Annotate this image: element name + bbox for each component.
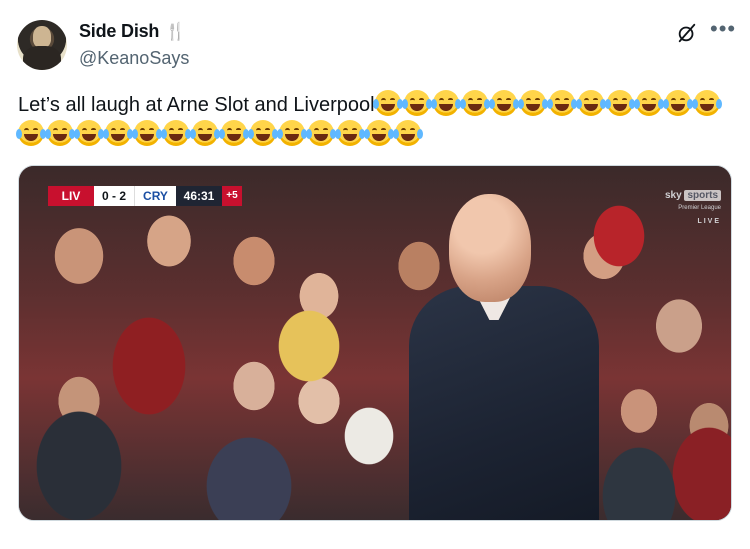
manager-head (449, 194, 531, 302)
joy-emoji (575, 90, 606, 116)
broadcaster-status: LIVE (697, 218, 721, 225)
broadcaster-product: sports (684, 190, 721, 201)
author-name-row[interactable]: Side Dish 🍴 (79, 21, 186, 42)
scorebug: LIV 0 - 2 CRY 46:31 +5 (48, 186, 242, 206)
tweet-media-image[interactable]: LIV 0 - 2 CRY 46:31 +5 sky sports Premie… (18, 165, 732, 521)
joy-emoji (393, 120, 423, 146)
joy-emoji (430, 90, 461, 116)
joy-emoji (161, 120, 191, 146)
scorebug-score: 0 - 2 (94, 186, 134, 206)
joy-emoji (132, 120, 162, 146)
broadcaster-logo: sky sports Premier League LIVE (663, 190, 721, 227)
tweet-card: Side Dish 🍴 @KeanoSays ••• Let’s all lau… (0, 0, 750, 549)
scorebug-added-time: +5 (222, 186, 242, 206)
joy-emoji (488, 90, 519, 116)
avatar[interactable] (17, 20, 67, 70)
scorebug-away-team: CRY (134, 186, 176, 206)
joy-emoji (372, 90, 403, 116)
broadcaster-subtitle: Premier League (678, 205, 721, 211)
joy-emoji (364, 120, 394, 146)
joy-emoji (401, 90, 432, 116)
avatar-head (33, 26, 51, 48)
manager-coat (409, 286, 599, 520)
joy-emoji (546, 90, 577, 116)
joy-emoji (633, 90, 664, 116)
joy-emoji (306, 120, 336, 146)
joy-emoji (335, 120, 365, 146)
fork-knife-icon: 🍴 (165, 21, 187, 41)
more-options-icon[interactable]: ••• (710, 18, 735, 42)
avatar-coat (23, 46, 61, 70)
joy-emoji (277, 120, 307, 146)
joy-emoji (459, 90, 490, 116)
joy-emoji (691, 90, 722, 116)
author-display-name[interactable]: Side Dish (79, 21, 159, 42)
timestamp-cutoff (18, 540, 218, 549)
joy-emoji (16, 120, 46, 146)
joy-emoji (604, 90, 635, 116)
tweet-text: Let’s all laugh at Arne Slot and Liverpo… (16, 90, 733, 150)
joy-emoji (190, 120, 220, 146)
joy-emoji (517, 90, 548, 116)
author-handle[interactable]: @KeanoSays (79, 48, 189, 69)
scorebug-clock: 46:31 (176, 186, 222, 206)
broadcaster-brand: sky (664, 190, 682, 201)
joy-emoji (74, 120, 104, 146)
scorebug-home-team: LIV (48, 186, 94, 206)
joy-emoji (248, 120, 278, 146)
joy-emoji (219, 120, 249, 146)
tweet-body: Let’s all laugh at Arne Slot and Liverpo… (18, 94, 375, 116)
grok-icon[interactable] (676, 22, 698, 44)
crowd-foreground (19, 166, 731, 520)
joy-emoji (662, 90, 693, 116)
joy-emoji (45, 120, 75, 146)
joy-emoji (103, 120, 133, 146)
